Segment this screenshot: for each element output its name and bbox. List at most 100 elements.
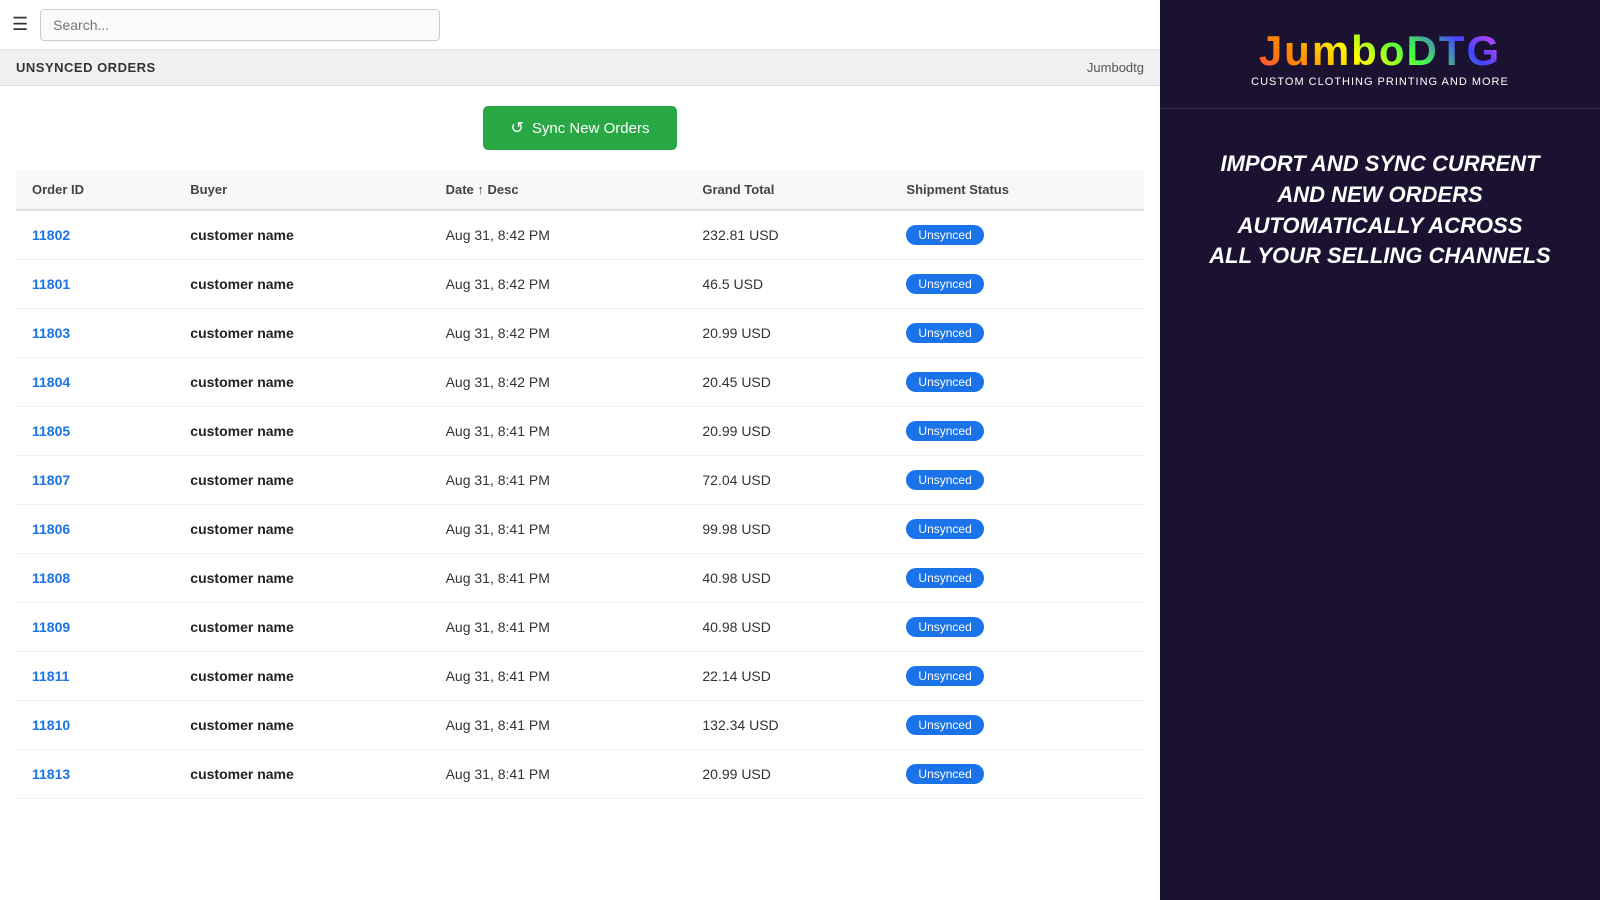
col-status: Shipment Status <box>890 170 1144 210</box>
buyer-name: customer name <box>190 374 293 390</box>
cell-total: 232.81 USD <box>686 210 890 260</box>
cell-date: Aug 31, 8:41 PM <box>430 456 687 505</box>
cell-buyer: customer name <box>174 309 429 358</box>
table-row: 11811 customer name Aug 31, 8:41 PM 22.1… <box>16 652 1144 701</box>
unsynced-badge: Unsynced <box>906 715 983 735</box>
right-sidebar: JumboDTG Custom Clothing Printing and Mo… <box>1160 0 1600 900</box>
cell-buyer: customer name <box>174 603 429 652</box>
unsynced-badge: Unsynced <box>906 666 983 686</box>
brand-label: Jumbodtg <box>1087 60 1144 75</box>
hamburger-icon[interactable]: ☰ <box>12 14 28 35</box>
cell-date: Aug 31, 8:41 PM <box>430 554 687 603</box>
table-row: 11808 customer name Aug 31, 8:41 PM 40.9… <box>16 554 1144 603</box>
cell-order-id: 11805 <box>16 407 174 456</box>
cell-buyer: customer name <box>174 260 429 309</box>
cell-total: 20.99 USD <box>686 407 890 456</box>
cell-total: 20.99 USD <box>686 750 890 799</box>
table-row: 11805 customer name Aug 31, 8:41 PM 20.9… <box>16 407 1144 456</box>
page-header: UNSYNCED ORDERS Jumbodtg <box>0 50 1160 86</box>
sync-button[interactable]: ↺ Sync New Orders <box>483 106 678 150</box>
col-order-id: Order ID <box>16 170 174 210</box>
cell-order-id: 11804 <box>16 358 174 407</box>
cell-status: Unsynced <box>890 260 1144 309</box>
cell-order-id: 11809 <box>16 603 174 652</box>
logo-container: JumboDTG Custom Clothing Printing and Mo… <box>1251 30 1509 88</box>
table-row: 11804 customer name Aug 31, 8:42 PM 20.4… <box>16 358 1144 407</box>
order-id-link[interactable]: 11810 <box>32 717 70 733</box>
cell-order-id: 11803 <box>16 309 174 358</box>
cell-status: Unsynced <box>890 652 1144 701</box>
table-row: 11802 customer name Aug 31, 8:42 PM 232.… <box>16 210 1144 260</box>
unsynced-badge: Unsynced <box>906 372 983 392</box>
search-wrapper <box>40 9 440 41</box>
cell-status: Unsynced <box>890 309 1144 358</box>
order-id-link[interactable]: 11803 <box>32 325 70 341</box>
cell-order-id: 11808 <box>16 554 174 603</box>
table-header: Order ID Buyer Date ↑ Desc Grand Total S… <box>16 170 1144 210</box>
order-id-link[interactable]: 11813 <box>32 766 70 782</box>
unsynced-badge: Unsynced <box>906 225 983 245</box>
promo-line3: automatically across <box>1238 213 1523 238</box>
orders-table: Order ID Buyer Date ↑ Desc Grand Total S… <box>16 170 1144 799</box>
order-id-link[interactable]: 11808 <box>32 570 70 586</box>
cell-order-id: 11806 <box>16 505 174 554</box>
cell-date: Aug 31, 8:41 PM <box>430 652 687 701</box>
promo-line1: Import and sync current <box>1220 151 1539 176</box>
table-row: 11801 customer name Aug 31, 8:42 PM 46.5… <box>16 260 1144 309</box>
cell-buyer: customer name <box>174 358 429 407</box>
cell-total: 72.04 USD <box>686 456 890 505</box>
cell-status: Unsynced <box>890 358 1144 407</box>
cell-date: Aug 31, 8:41 PM <box>430 505 687 554</box>
cell-buyer: customer name <box>174 652 429 701</box>
cell-buyer: customer name <box>174 750 429 799</box>
orders-table-wrapper: Order ID Buyer Date ↑ Desc Grand Total S… <box>0 170 1160 900</box>
buyer-name: customer name <box>190 766 293 782</box>
cell-buyer: customer name <box>174 554 429 603</box>
table-row: 11810 customer name Aug 31, 8:41 PM 132.… <box>16 701 1144 750</box>
cell-status: Unsynced <box>890 750 1144 799</box>
table-row: 11806 customer name Aug 31, 8:41 PM 99.9… <box>16 505 1144 554</box>
table-row: 11809 customer name Aug 31, 8:41 PM 40.9… <box>16 603 1144 652</box>
table-row: 11813 customer name Aug 31, 8:41 PM 20.9… <box>16 750 1144 799</box>
sync-button-label: Sync New Orders <box>532 120 650 137</box>
search-input[interactable] <box>40 9 440 41</box>
cell-status: Unsynced <box>890 603 1144 652</box>
cell-total: 46.5 USD <box>686 260 890 309</box>
cell-status: Unsynced <box>890 407 1144 456</box>
order-id-link[interactable]: 11809 <box>32 619 70 635</box>
order-id-link[interactable]: 11806 <box>32 521 70 537</box>
unsynced-badge: Unsynced <box>906 519 983 539</box>
cell-order-id: 11807 <box>16 456 174 505</box>
cell-total: 40.98 USD <box>686 603 890 652</box>
cell-status: Unsynced <box>890 210 1144 260</box>
main-content: ☰ UNSYNCED ORDERS Jumbodtg ↺ Sync New Or… <box>0 0 1160 900</box>
col-total: Grand Total <box>686 170 890 210</box>
buyer-name: customer name <box>190 227 293 243</box>
order-id-link[interactable]: 11805 <box>32 423 70 439</box>
order-id-link[interactable]: 11802 <box>32 227 70 243</box>
buyer-name: customer name <box>190 325 293 341</box>
cell-total: 20.45 USD <box>686 358 890 407</box>
top-bar: ☰ <box>0 0 1160 50</box>
logo-subtitle: Custom Clothing Printing and More <box>1251 76 1509 88</box>
page-title: UNSYNCED ORDERS <box>16 60 156 75</box>
unsynced-badge: Unsynced <box>906 323 983 343</box>
promo-line4: all your selling channels <box>1209 243 1550 268</box>
sync-icon: ↺ <box>511 118 524 138</box>
cell-total: 40.98 USD <box>686 554 890 603</box>
cell-date: Aug 31, 8:41 PM <box>430 701 687 750</box>
cell-total: 99.98 USD <box>686 505 890 554</box>
unsynced-badge: Unsynced <box>906 764 983 784</box>
table-body: 11802 customer name Aug 31, 8:42 PM 232.… <box>16 210 1144 799</box>
order-id-link[interactable]: 11807 <box>32 472 70 488</box>
cell-date: Aug 31, 8:41 PM <box>430 603 687 652</box>
cell-buyer: customer name <box>174 210 429 260</box>
order-id-link[interactable]: 11801 <box>32 276 70 292</box>
promo-text-area: Import and sync current and new orders a… <box>1179 109 1580 312</box>
cell-status: Unsynced <box>890 701 1144 750</box>
cell-total: 132.34 USD <box>686 701 890 750</box>
buyer-name: customer name <box>190 472 293 488</box>
order-id-link[interactable]: 11811 <box>32 668 69 684</box>
order-id-link[interactable]: 11804 <box>32 374 70 390</box>
promo-text: Import and sync current and new orders a… <box>1209 149 1550 272</box>
